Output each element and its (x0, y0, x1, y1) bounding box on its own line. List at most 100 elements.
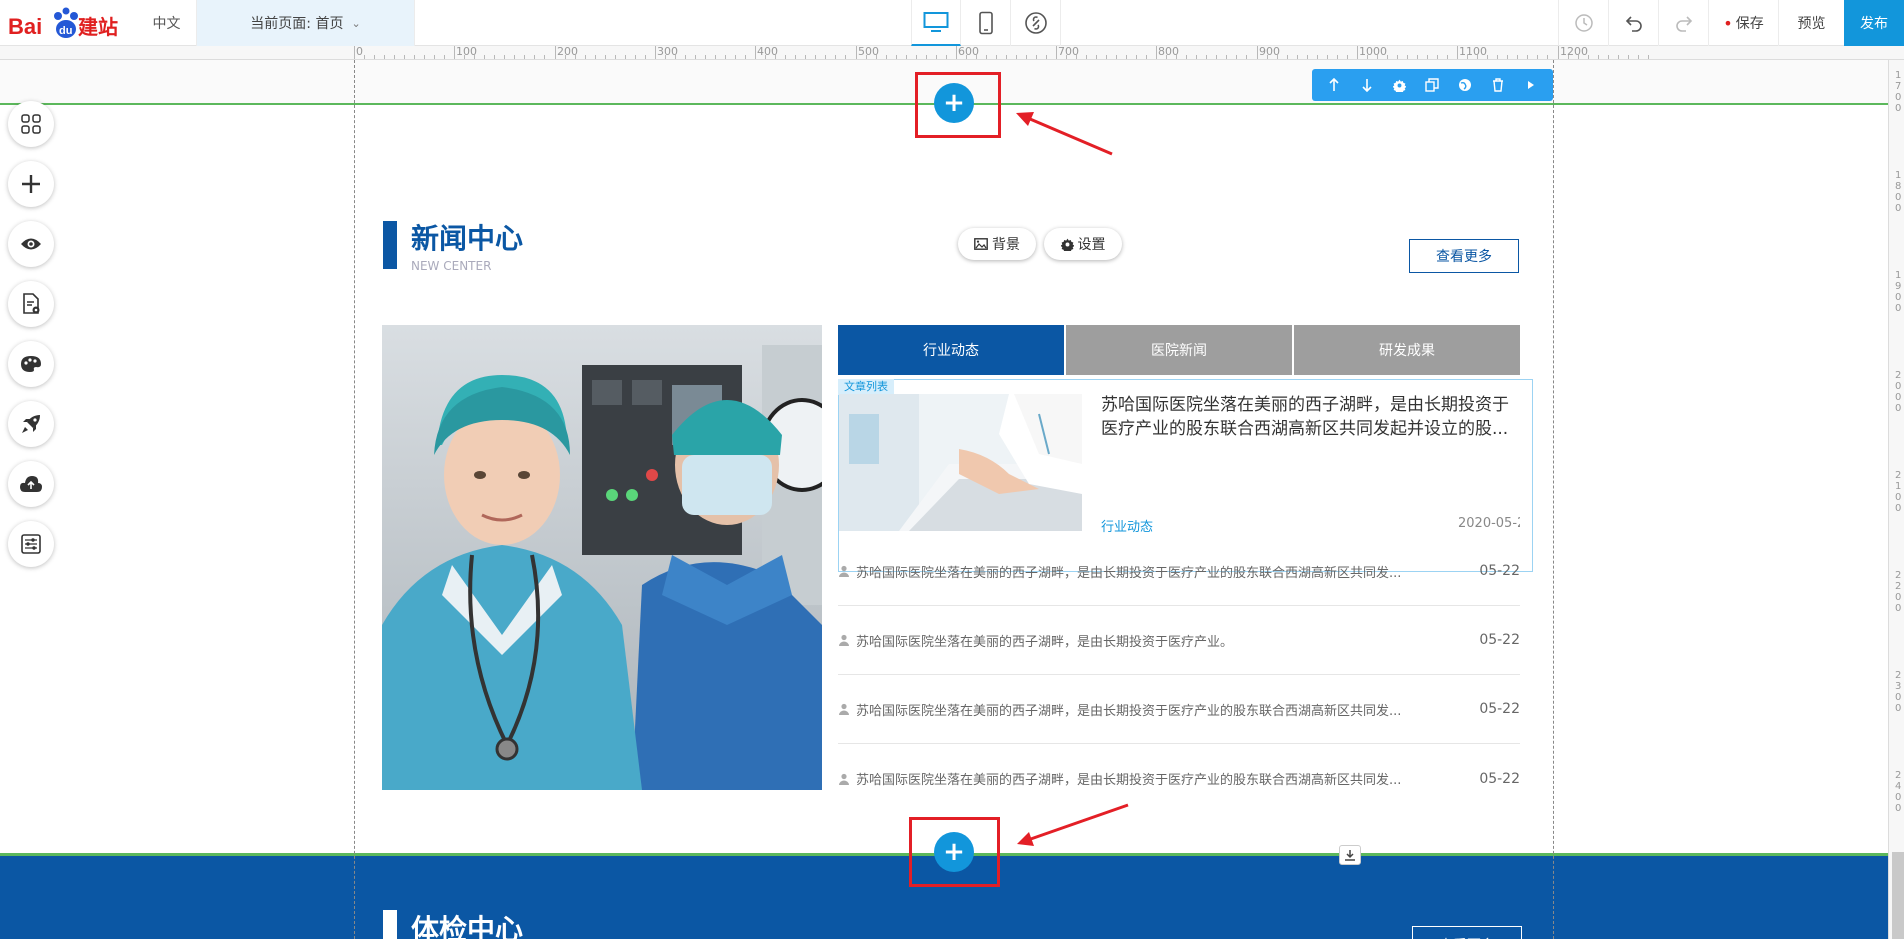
ruler-minor-tick (906, 55, 907, 59)
ruler-minor-tick (1267, 55, 1268, 59)
exam-view-more-button[interactable]: 查看更多 (1412, 926, 1522, 939)
ruler-minor-tick (1517, 55, 1518, 59)
list-item[interactable]: 苏哈国际医院坐落在美丽的西子湖畔，是由长期投资于医疗产业的股东联合西湖高新区共同… (838, 675, 1520, 744)
trash-icon[interactable] (1489, 76, 1507, 94)
content-guide-left (354, 60, 355, 939)
ruler-minor-tick (595, 55, 596, 59)
ruler-minor-tick (1387, 55, 1388, 59)
ruler-minor-tick (1196, 55, 1197, 59)
ruler-major-tick (1357, 46, 1358, 59)
ruler-minor-tick (695, 55, 696, 59)
featured-article-title[interactable]: 苏哈国际医院坐落在美丽的西子湖畔，是由长期投资于医疗产业的股东联合西湖高新区共同… (1101, 393, 1521, 441)
publish-rocket-button[interactable] (8, 401, 54, 447)
download-icon[interactable] (1339, 845, 1361, 865)
svg-text:Bai: Bai (8, 14, 42, 39)
tab-research-results[interactable]: 研发成果 (1294, 325, 1520, 375)
copy-icon[interactable] (1423, 76, 1441, 94)
ruler-minor-tick (374, 55, 375, 59)
list-item-date: 05-22 (1479, 563, 1520, 579)
ruler-minor-tick (575, 55, 576, 59)
ruler-major-tick (755, 46, 756, 59)
featured-article-category[interactable]: 行业动态 (1101, 516, 1153, 535)
ruler-minor-tick (1246, 55, 1247, 59)
undo-icon (1625, 16, 1642, 32)
publish-label: 发布 (1860, 16, 1888, 32)
tab-industry-news[interactable]: 行业动态 (838, 325, 1064, 375)
svg-text:du: du (59, 25, 72, 37)
desktop-view-button[interactable] (911, 0, 961, 46)
ruler-major-tick (1457, 46, 1458, 59)
ruler-minor-tick (384, 55, 385, 59)
list-item[interactable]: 苏哈国际医院坐落在美丽的西子湖畔，是由长期投资于医疗产业的股东联合西湖高新区共同… (838, 537, 1520, 606)
language-selector[interactable]: 中文 (137, 0, 197, 46)
ruler-minor-tick (1477, 55, 1478, 59)
ruler-minor-tick (986, 55, 987, 59)
list-item[interactable]: 苏哈国际医院坐落在美丽的西子湖畔，是由长期投资于医疗产业的股东联合西湖高新区共同… (838, 744, 1520, 813)
settings-panel-button[interactable] (8, 521, 54, 567)
ruler-minor-tick (1407, 55, 1408, 59)
view-more-button[interactable]: 查看更多 (1409, 239, 1519, 273)
undo-button[interactable] (1608, 0, 1658, 46)
featured-article-image[interactable] (839, 394, 1082, 531)
save-button[interactable]: • 保存 (1708, 0, 1778, 46)
settings-label: 设置 (1077, 237, 1106, 253)
gear-icon[interactable] (1391, 76, 1409, 94)
news-section[interactable]: 新闻中心 NEW CENTER 背景 设置 查看更多 行业动态 医院新闻 研发成… (0, 103, 1888, 853)
ruler-minor-tick (1106, 55, 1107, 59)
ruler-major-tick (856, 46, 857, 59)
preview-eye-button[interactable] (8, 221, 54, 267)
page-settings-icon (23, 293, 40, 314)
ruler-minor-tick (1076, 55, 1077, 59)
ruler-minor-tick (685, 55, 686, 59)
move-down-icon[interactable] (1358, 76, 1376, 94)
redo-button[interactable] (1658, 0, 1708, 46)
settings-button[interactable]: 设置 (1044, 228, 1122, 260)
add-section-button-top[interactable]: + (934, 83, 974, 123)
editor-canvas[interactable]: 新闻中心 NEW CENTER 背景 设置 查看更多 行业动态 医院新闻 研发成… (0, 60, 1888, 939)
mobile-view-button[interactable] (961, 0, 1011, 46)
list-item-title: 苏哈国际医院坐落在美丽的西子湖畔，是由长期投资于医疗产业的股东联合西湖高新区共同… (856, 773, 1402, 788)
publish-button[interactable]: 发布 (1844, 0, 1904, 46)
tab-hospital-news[interactable]: 医院新闻 (1066, 325, 1292, 375)
ruler-minor-tick (1116, 55, 1117, 59)
move-up-icon[interactable] (1325, 76, 1343, 94)
doctors-photo (382, 325, 822, 790)
ruler-minor-tick (1026, 55, 1027, 59)
ruler-minor-tick (1638, 55, 1639, 59)
baidu-logo[interactable]: Bai du 建站 (6, 4, 126, 42)
play-icon[interactable] (1522, 76, 1540, 94)
list-item-date: 05-22 (1479, 770, 1520, 787)
link-view-button[interactable] (1011, 0, 1061, 46)
ruler-minor-tick (775, 55, 776, 59)
preview-button[interactable]: 预览 (1778, 0, 1844, 46)
add-button[interactable] (8, 161, 54, 207)
ruler-minor-tick (1608, 55, 1609, 59)
globe-icon[interactable] (1456, 76, 1474, 94)
history-button[interactable] (1558, 0, 1608, 46)
exam-title-accent-bar (383, 910, 397, 939)
page-settings-button[interactable] (8, 281, 54, 327)
ruler-minor-tick (1016, 55, 1017, 59)
ruler-minor-tick (1307, 55, 1308, 59)
background-label: 背景 (992, 237, 1020, 253)
ruler-label: 1100 (1459, 45, 1487, 58)
components-button[interactable] (8, 101, 54, 147)
background-button[interactable]: 背景 (958, 228, 1036, 260)
add-section-button-bottom[interactable]: + (934, 832, 974, 872)
ruler-minor-tick (645, 55, 646, 59)
list-item[interactable]: 苏哈国际医院坐落在美丽的西子湖畔，是由长期投资于医疗产业。 05-22 (838, 606, 1520, 675)
ruler-label: 0 (356, 45, 363, 58)
list-item-title: 苏哈国际医院坐落在美丽的西子湖畔，是由长期投资于医疗产业的股东联合西湖高新区共同… (856, 565, 1402, 581)
theme-button[interactable] (8, 341, 54, 387)
ruler-minor-tick (1527, 55, 1528, 59)
scrollbar[interactable] (1892, 852, 1904, 939)
page-selector[interactable]: 当前页面: 首页 ⌄ (197, 0, 415, 46)
ruler-label: 1200 (1560, 45, 1588, 58)
save-label: 保存 (1735, 16, 1764, 32)
ruler-minor-tick (926, 55, 927, 59)
ruler-minor-tick (1046, 55, 1047, 59)
history-icon (1574, 14, 1593, 32)
ruler-minor-tick (1136, 55, 1137, 59)
top-bar: Bai du 建站 中文 当前页面: 首页 ⌄ • 保存 预览 发布 (0, 0, 1904, 46)
cloud-upload-button[interactable] (8, 461, 54, 507)
